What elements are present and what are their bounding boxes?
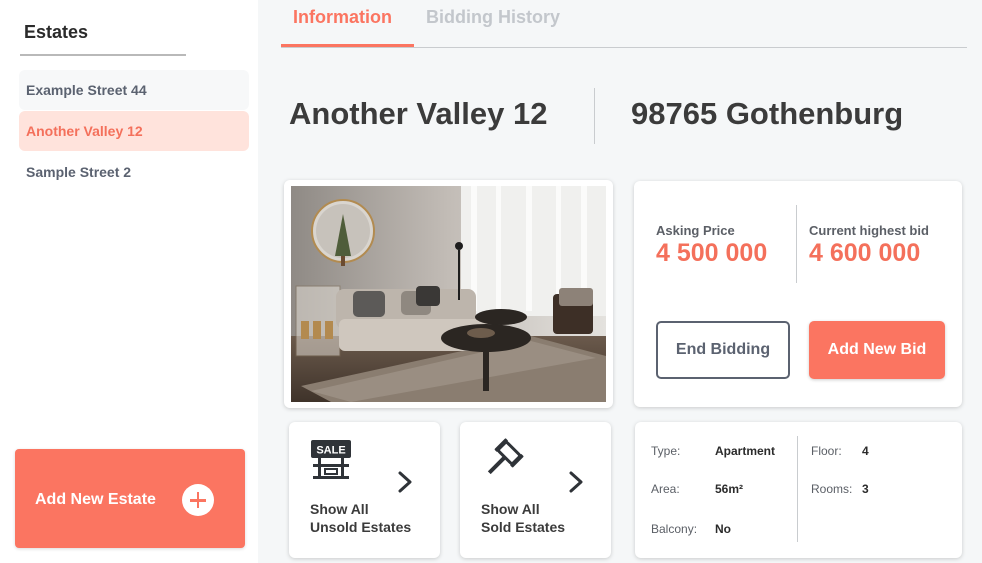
chevron-right-icon — [398, 471, 412, 493]
estate-city: 98765 Gothenburg — [631, 96, 904, 131]
sidebar: Estates Example Street 44 Another Valley… — [0, 0, 258, 563]
area-value: 56m² — [715, 482, 744, 496]
tab-bidding-history[interactable]: Bidding History — [426, 7, 560, 28]
area-label: Area: — [651, 482, 680, 496]
show-sold-line1: Show All — [481, 501, 540, 517]
tab-information[interactable]: Information — [293, 7, 392, 28]
type-value: Apartment — [715, 444, 776, 458]
estate-address: Another Valley 12 — [289, 96, 548, 131]
floor-value: 4 — [862, 444, 869, 458]
add-new-estate-button[interactable]: Add New Estate — [15, 449, 245, 548]
active-tab-indicator — [281, 44, 414, 47]
estate-photo — [291, 186, 606, 402]
sidebar-item-example-street-44[interactable]: Example Street 44 — [19, 70, 249, 110]
price-divider — [796, 205, 797, 283]
rooms-label: Rooms: — [811, 482, 853, 496]
gavel-icon — [487, 438, 524, 475]
sale-sign-icon: SALE — [311, 440, 351, 479]
sidebar-title: Estates — [24, 22, 89, 42]
sidebar-item-another-valley-12[interactable]: Another Valley 12 — [19, 111, 249, 151]
show-unsold-estates-card[interactable]: SALE Show All Unsold Estates — [289, 422, 440, 558]
end-bidding-button[interactable]: End Bidding — [656, 321, 790, 379]
estate-photo-card — [284, 180, 613, 408]
show-sold-label: Show All Sold Estates — [481, 500, 565, 536]
header-divider — [594, 88, 595, 144]
asking-price-label: Asking Price — [656, 223, 735, 238]
show-sold-line2: Sold Estates — [481, 519, 566, 535]
estate-details-card: Type: Apartment Area: 56m² Balcony: No F… — [635, 422, 962, 558]
chevron-right-icon — [569, 471, 583, 493]
rooms-value: 3 — [862, 482, 869, 496]
highest-bid-label: Current highest bid — [809, 223, 929, 238]
sidebar-item-sample-street-2[interactable]: Sample Street 2 — [19, 152, 249, 192]
balcony-label: Balcony: — [651, 522, 698, 536]
type-label: Type: — [651, 444, 681, 458]
show-unsold-line2: Unsold Estates — [310, 519, 412, 535]
show-unsold-label: Show All Unsold Estates — [310, 500, 411, 536]
plus-circle-icon — [182, 484, 214, 516]
show-unsold-line1: Show All — [310, 501, 369, 517]
asking-price-value: 4 500 000 — [656, 239, 768, 267]
details-divider — [797, 436, 798, 542]
sidebar-divider — [20, 54, 186, 56]
highest-bid-value: 4 600 000 — [809, 239, 921, 267]
add-new-estate-label: Add New Estate — [35, 491, 156, 508]
show-sold-estates-card[interactable]: Show All Sold Estates — [460, 422, 611, 558]
price-card: Asking Price 4 500 000 Current highest b… — [634, 181, 962, 407]
add-new-bid-button[interactable]: Add New Bid — [809, 321, 945, 379]
svg-text:SALE: SALE — [316, 445, 345, 457]
tab-bar: Information Bidding History — [281, 0, 967, 48]
floor-label: Floor: — [811, 444, 842, 458]
balcony-value: No — [715, 522, 731, 536]
